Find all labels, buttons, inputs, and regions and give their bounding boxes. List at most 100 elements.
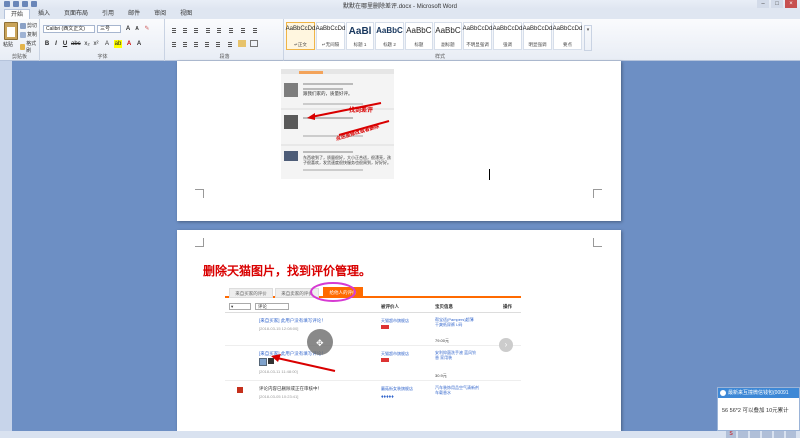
style-subtle-emphasis[interactable]: AaBbCcDd 不明显强调	[463, 22, 492, 50]
tray-icon[interactable]	[786, 431, 796, 438]
tray-icon[interactable]	[762, 431, 772, 438]
review-thumbnail[interactable]	[259, 358, 267, 366]
paste-icon[interactable]	[4, 22, 18, 40]
document-area[interactable]: 跟我们家的，质量好评。 东西收到了，质量很好，大小正合适，很漂亮，孩子很喜欢，发…	[0, 61, 800, 431]
font-size-select[interactable]: 三号	[97, 25, 121, 33]
ribbon-tabs: 开始 插入 页面布局 引用 邮件 审阅 视图	[0, 9, 800, 19]
notification-header: 最新来互撞微信钱包(00091	[718, 388, 799, 398]
delete-image-icon[interactable]	[268, 358, 274, 364]
ime-icon[interactable]: S	[726, 431, 736, 438]
maximize-button[interactable]: □	[771, 0, 783, 8]
sort-button[interactable]	[239, 26, 247, 33]
numbering-button[interactable]	[181, 26, 189, 33]
item-link[interactable]: 帮宝适(Pampers)超薄干爽纸尿裤 L码	[435, 317, 477, 327]
show-marks-button[interactable]	[251, 26, 259, 33]
page-corner-mark	[593, 189, 602, 198]
reviewee-link[interactable]: 天猫超市旗舰店	[381, 351, 429, 357]
review-date: [2018-03-11 11:48:00]	[259, 369, 298, 374]
highlight-button[interactable]: ab	[114, 40, 122, 48]
review-comment[interactable]: [来自买家] 此用户没有填写评论！	[259, 351, 326, 357]
notification-popup[interactable]: 最新来互撞微信钱包(00091 56 56*2 可以叠加 10元累计	[717, 387, 800, 431]
shrink-font-button[interactable]: A	[133, 25, 141, 33]
tab-view[interactable]: 视图	[174, 9, 198, 19]
cut-button[interactable]: 剪切	[20, 22, 37, 29]
format-painter-button[interactable]: 格式刷	[20, 40, 39, 54]
tab-reviews-given[interactable]: 给他人的评价	[323, 287, 363, 298]
review-comment[interactable]: [来自买家] 此用户没有填写评论！	[259, 318, 326, 324]
copy-icon	[20, 31, 26, 38]
close-button[interactable]: ×	[785, 0, 797, 8]
tab-insert[interactable]: 插入	[32, 9, 56, 19]
line-spacing-button[interactable]	[226, 40, 234, 47]
style-intense-emphasis[interactable]: AaBbCcDd 明显强调	[523, 22, 552, 50]
tab-review[interactable]: 审阅	[148, 9, 172, 19]
styles-group-label: 样式	[434, 54, 445, 60]
tab-buyer-reviews[interactable]: 来自买家的评价	[229, 288, 273, 298]
tab-seller-reviews[interactable]: 来自卖家的评价	[275, 288, 319, 298]
negative-review-icon	[237, 387, 243, 393]
tray-icon[interactable]	[738, 431, 748, 438]
tray-icon[interactable]	[774, 431, 784, 438]
rating-filter-select[interactable]: ▾	[229, 303, 251, 310]
justify-button[interactable]	[203, 40, 211, 47]
clear-format-button[interactable]: ✎	[143, 25, 151, 33]
tab-references[interactable]: 引用	[96, 9, 120, 19]
tab-page-layout[interactable]: 页面布局	[58, 9, 94, 19]
underline-button[interactable]: U	[61, 40, 69, 48]
align-center-button[interactable]	[181, 40, 189, 47]
page-2[interactable]: 删除天猫图片，找到评价管理。 来自买家的评价 来自卖家的评价 给他人的评价 ▾ …	[177, 230, 621, 431]
comment-filter-select[interactable]: 评论	[255, 303, 289, 310]
style-subtitle[interactable]: AaBbC 副标题	[433, 22, 462, 50]
reviewee-link[interactable]: 天猫超市旗舰店	[381, 318, 429, 324]
style-normal[interactable]: AaBbCcDd ↵正文	[286, 22, 315, 50]
page-1[interactable]: 跟我们家的，质量好评。 东西收到了，质量很好，大小正合适，很漂亮，孩子很喜欢，发…	[177, 61, 621, 221]
superscript-button[interactable]: x²	[92, 40, 100, 48]
grow-font-button[interactable]: A	[124, 25, 132, 33]
item-link[interactable]: 安利抑菌洗手液 蓝风铃香 家用装	[435, 350, 477, 360]
clipboard-group: 粘贴 剪切 复制 格式刷 剪贴板	[0, 19, 40, 61]
font-color-button[interactable]: A	[125, 40, 133, 48]
increase-indent-button[interactable]	[215, 26, 223, 33]
tab-home[interactable]: 开始	[4, 9, 31, 19]
next-arrow-button[interactable]: ›	[499, 338, 513, 352]
align-left-button[interactable]	[170, 40, 178, 47]
style-heading-1[interactable]: AaBl 标题 1	[346, 22, 375, 50]
borders-button[interactable]	[250, 40, 258, 47]
app-icon	[720, 390, 726, 396]
styles-more-button[interactable]: ▾	[584, 25, 592, 51]
font-name-select[interactable]: Calibri (西文正文)	[43, 25, 95, 33]
decrease-indent-button[interactable]	[204, 26, 212, 33]
strikethrough-button[interactable]: abc	[71, 40, 81, 48]
align-right-button[interactable]	[192, 40, 200, 47]
column-header-item-info: 宝贝信息	[435, 304, 453, 309]
shading-button[interactable]	[238, 40, 246, 47]
minimize-button[interactable]: –	[757, 0, 769, 8]
page-heading: 删除天猫图片，找到评价管理。	[203, 264, 372, 278]
reviewee-link[interactable]: 蘑菇街女装旗舰店	[381, 386, 429, 392]
table-row: [来自买家] 此用户没有填写评论！ [2018-03-11 11:48:00] …	[225, 347, 521, 381]
multilevel-list-button[interactable]	[192, 26, 200, 33]
chinese-layout-button[interactable]	[227, 26, 235, 33]
bullets-button[interactable]	[170, 26, 178, 33]
italic-button[interactable]: I	[52, 40, 60, 48]
style-heading-2[interactable]: AaBbC 标题 2	[375, 22, 404, 50]
item-link[interactable]: 汽车装饰用品空气清新剂 车载香水	[435, 385, 481, 395]
style-title[interactable]: AaBbC 标题	[404, 22, 433, 50]
copy-button[interactable]: 复制	[20, 31, 37, 38]
tray-icon[interactable]	[750, 431, 760, 438]
column-header-actions: 操作	[503, 304, 512, 309]
distributed-button[interactable]	[214, 40, 222, 47]
style-emphasis[interactable]: AaBbCcDd 强调	[493, 22, 522, 50]
clipboard-group-label: 剪贴板	[11, 54, 27, 60]
font-group-label: 字体	[97, 54, 108, 60]
style-strong[interactable]: AaBbCcDd 要点	[553, 22, 582, 50]
text-effects-button[interactable]: A	[103, 40, 111, 48]
char-shading-button[interactable]: A	[135, 40, 143, 48]
paste-button[interactable]: 粘贴	[3, 41, 13, 48]
style-no-spacing[interactable]: AaBbCcDd ↵无间隔	[316, 22, 345, 50]
review-comment[interactable]: 评论内容已删除或正在审核中！	[259, 386, 322, 392]
paragraph-group: 段落	[166, 19, 284, 61]
subscript-button[interactable]: x₂	[83, 40, 91, 48]
bold-button[interactable]: B	[43, 40, 51, 48]
tab-mailings[interactable]: 邮件	[122, 9, 146, 19]
